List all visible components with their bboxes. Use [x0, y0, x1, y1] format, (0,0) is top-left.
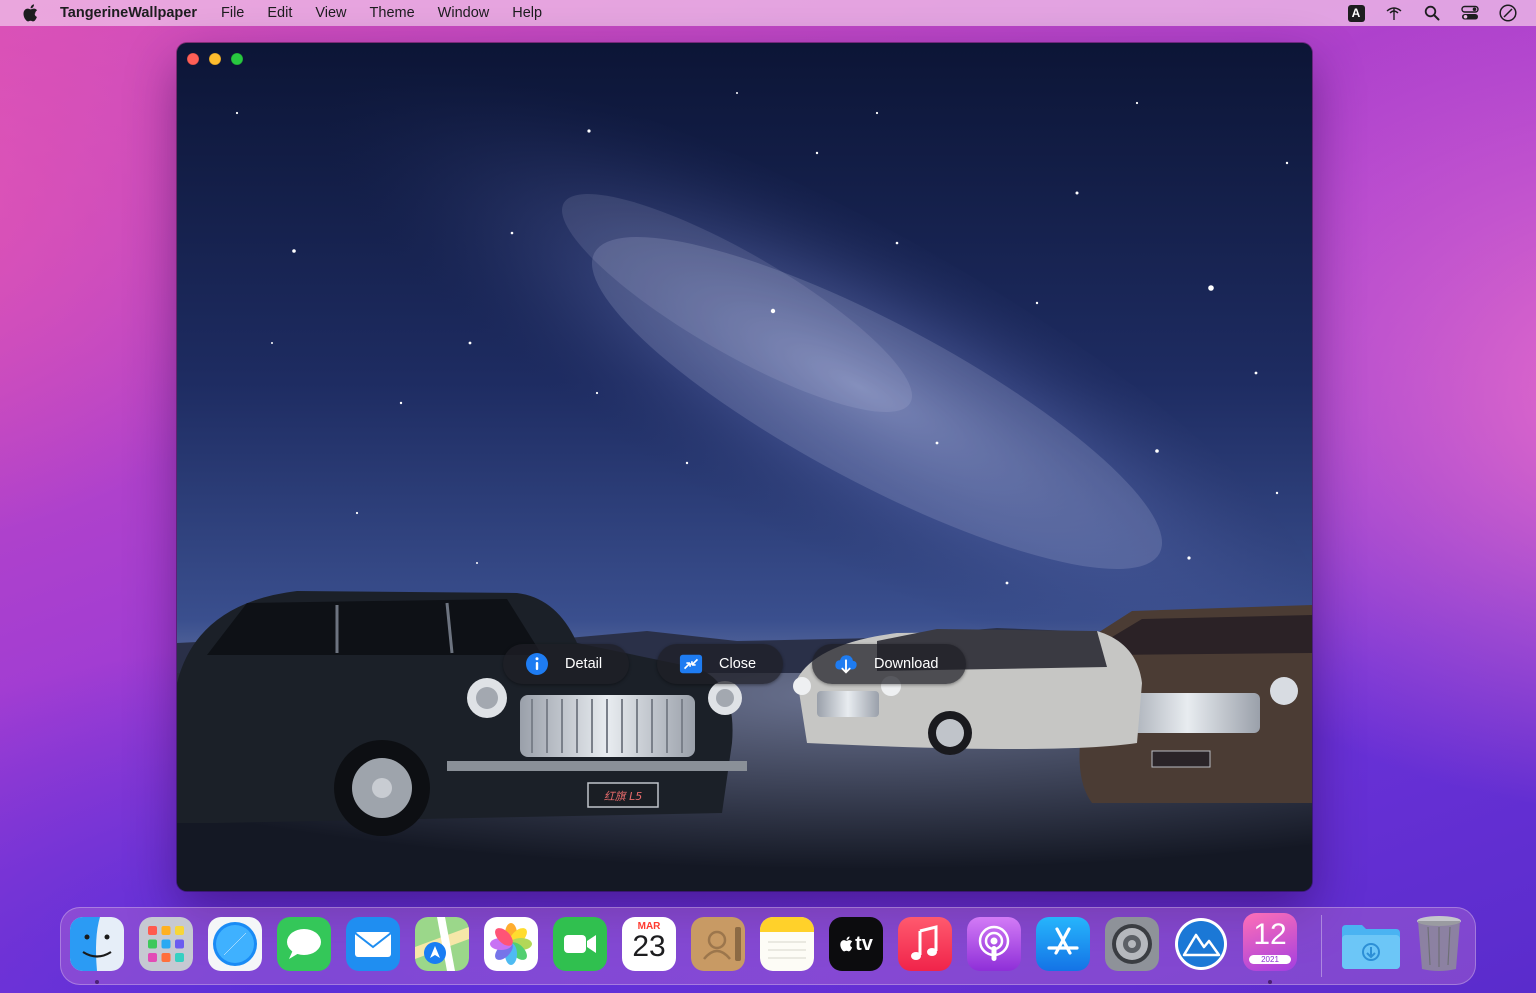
- messages-icon[interactable]: [277, 917, 331, 971]
- mail-icon[interactable]: [346, 917, 400, 971]
- calendar-icon[interactable]: MAR 23: [622, 917, 676, 971]
- spotlight-icon[interactable]: [1422, 3, 1442, 23]
- menu-edit[interactable]: Edit: [267, 5, 292, 21]
- monterey-number: 12: [1253, 918, 1287, 951]
- macos-server-icon[interactable]: [1174, 917, 1228, 971]
- menu-window[interactable]: Window: [438, 5, 490, 21]
- download-button[interactable]: Download: [812, 644, 966, 684]
- input-source-icon[interactable]: A: [1346, 3, 1366, 23]
- menu-theme[interactable]: Theme: [370, 5, 415, 21]
- menu-help[interactable]: Help: [512, 5, 542, 21]
- control-center-icon[interactable]: [1460, 3, 1480, 23]
- system-preferences-icon[interactable]: [1105, 917, 1159, 971]
- siri-icon[interactable]: [1498, 3, 1518, 23]
- window-controls: [187, 53, 243, 65]
- wallpaper-preview-window: 红旗 L5 Detail Close Download: [177, 43, 1312, 891]
- apple-tv-label: tv: [855, 932, 873, 955]
- app-store-icon[interactable]: [1036, 917, 1090, 971]
- window-close-button[interactable]: [187, 53, 199, 65]
- photos-icon[interactable]: [484, 917, 538, 971]
- download-button-label: Download: [874, 656, 939, 672]
- safari-icon[interactable]: [208, 917, 262, 971]
- detail-button[interactable]: Detail: [503, 644, 629, 684]
- calendar-day: 23: [632, 930, 666, 963]
- app-name-menu[interactable]: TangerineWallpaper: [60, 5, 197, 21]
- close-button-label: Close: [719, 656, 757, 672]
- collapse-image-icon: [679, 652, 703, 676]
- maps-icon[interactable]: [415, 917, 469, 971]
- input-source-label: A: [1347, 4, 1365, 22]
- launchpad-icon[interactable]: [139, 917, 193, 971]
- license-plate: 红旗 L5: [604, 790, 643, 803]
- info-icon: [525, 652, 549, 676]
- trash-icon[interactable]: [1412, 913, 1466, 973]
- apple-tv-icon[interactable]: tv: [829, 917, 883, 971]
- notes-icon[interactable]: [760, 917, 814, 971]
- apple-menu-icon[interactable]: [22, 3, 42, 23]
- airdrop-icon[interactable]: [1384, 3, 1404, 23]
- music-icon[interactable]: [898, 917, 952, 971]
- menu-view[interactable]: View: [315, 5, 346, 21]
- finder-icon[interactable]: [70, 917, 124, 971]
- monterey-running-indicator: [1268, 980, 1272, 984]
- downloads-folder-icon[interactable]: [1340, 917, 1400, 971]
- cloud-download-icon: [834, 652, 858, 676]
- podcasts-icon[interactable]: [967, 917, 1021, 971]
- menu-file[interactable]: File: [221, 5, 244, 21]
- dock-separator: [1321, 915, 1322, 977]
- detail-button-label: Detail: [565, 656, 603, 672]
- wallpaper-image: 红旗 L5: [177, 43, 1312, 891]
- monterey-year: 2021: [1249, 955, 1291, 964]
- window-zoom-button[interactable]: [231, 53, 243, 65]
- monterey-icon[interactable]: 12 2021: [1243, 913, 1297, 971]
- window-minimize-button[interactable]: [209, 53, 221, 65]
- finder-running-indicator: [95, 980, 99, 984]
- close-button[interactable]: Close: [657, 644, 783, 684]
- menu-bar: TangerineWallpaper File Edit View Theme …: [0, 0, 1536, 26]
- facetime-icon[interactable]: [553, 917, 607, 971]
- contacts-icon[interactable]: [691, 917, 745, 971]
